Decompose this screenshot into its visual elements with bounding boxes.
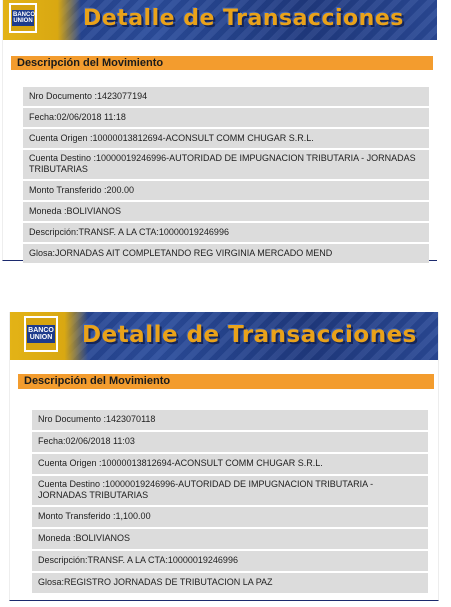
gloss-field: Glosa:REGISTRO JORNADAS DE TRIBUTACION L… — [32, 573, 428, 593]
page-title: Detalle de Transacciones — [82, 322, 417, 348]
bank-logo: BANCO UNION — [9, 3, 37, 33]
origin-account-field: Cuenta Origen :10000013812694-ACONSULT C… — [23, 129, 429, 148]
header-banner: BANCO UNION Detalle de Transacciones — [10, 312, 438, 360]
transaction-receipt-2: BANCO UNION Detalle de Transacciones Des… — [9, 312, 439, 601]
bank-logo: BANCO UNION — [24, 316, 58, 352]
description-field: Descripción:TRANSF. A LA CTA:10000019246… — [32, 551, 428, 571]
header-banner: BANCO UNION Detalle de Transacciones — [3, 0, 437, 40]
document-number-field: Nro Documento :1423077194 — [23, 87, 429, 106]
currency-field: Moneda :BOLIVIANOS — [32, 529, 428, 549]
origin-account-field: Cuenta Origen :10000013812694-ACONSULT C… — [32, 454, 428, 474]
currency-field: Moneda :BOLIVIANOS — [23, 202, 429, 221]
gloss-field: Glosa:JORNADAS AIT COMPLETANDO REG VIRGI… — [23, 244, 429, 263]
amount-field: Monto Transferido :1,100.00 — [32, 507, 428, 527]
section-header: Descripción del Movimiento — [11, 56, 433, 70]
date-field: Fecha:02/06/2018 11:03 — [32, 432, 428, 452]
description-field: Descripción:TRANSF. A LA CTA:10000019246… — [23, 223, 429, 242]
transaction-fields: Nro Documento :1423070118 Fecha:02/06/20… — [32, 410, 428, 595]
destination-account-field: Cuenta Destino :10000019246996-AUTORIDAD… — [23, 150, 429, 179]
transaction-fields: Nro Documento :1423077194 Fecha:02/06/20… — [23, 87, 429, 265]
document-number-field: Nro Documento :1423070118 — [32, 410, 428, 430]
section-header: Descripción del Movimiento — [18, 374, 434, 389]
transaction-receipt-1: BANCO UNION Detalle de Transacciones Des… — [2, 0, 437, 263]
page-title: Detalle de Transacciones — [83, 6, 404, 31]
destination-account-field: Cuenta Destino :10000019246996-AUTORIDAD… — [32, 476, 428, 505]
date-field: Fecha:02/06/2018 11:18 — [23, 108, 429, 127]
amount-field: Monto Transferido :200.00 — [23, 181, 429, 200]
